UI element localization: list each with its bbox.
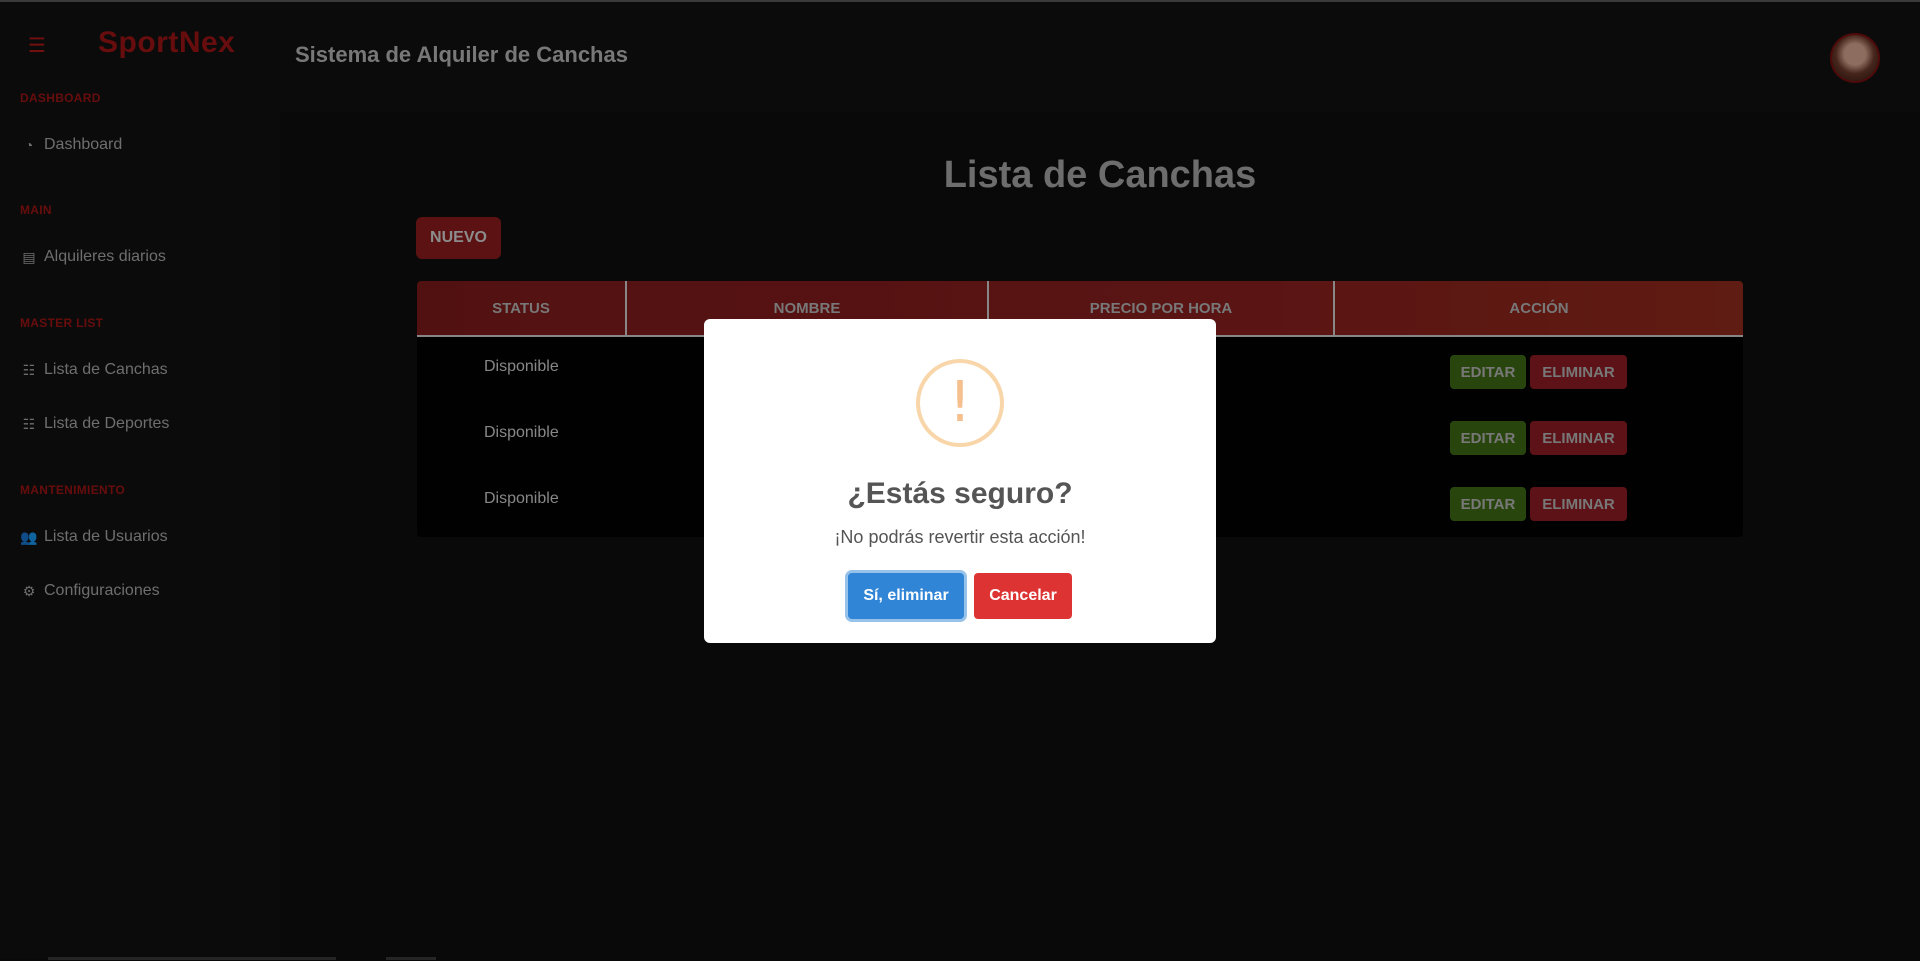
confirm-delete-button[interactable]: Sí, eliminar <box>848 573 964 619</box>
confirm-dialog: ! ¿Estás seguro? ¡No podrás revertir est… <box>704 319 1216 643</box>
warning-icon: ! <box>916 359 1004 447</box>
cancel-button[interactable]: Cancelar <box>974 573 1072 619</box>
dialog-message: ¡No podrás revertir esta acción! <box>834 527 1086 547</box>
dialog-title: ¿Estás seguro? <box>847 477 1073 510</box>
